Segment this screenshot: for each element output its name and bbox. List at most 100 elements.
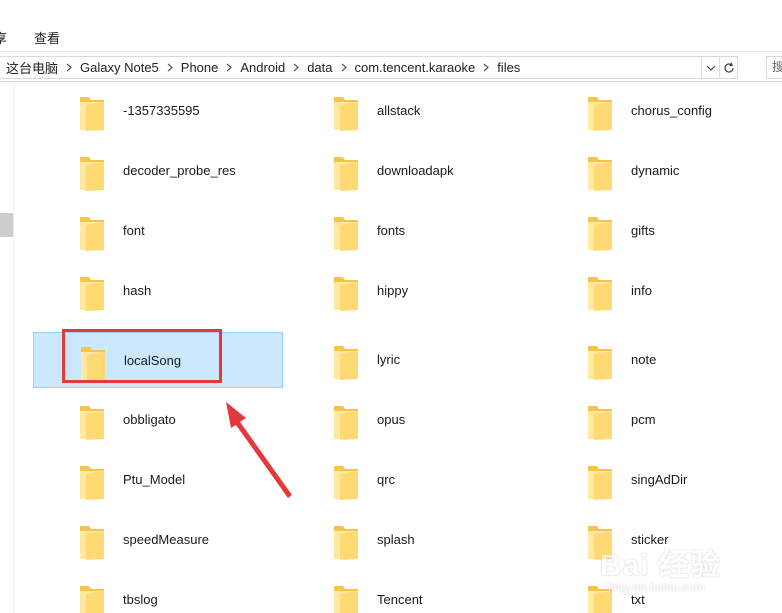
folder-label: pcm (631, 412, 656, 427)
folder-label: speedMeasure (123, 532, 209, 547)
folder-icon (77, 402, 107, 442)
folder-label: qrc (377, 472, 396, 487)
folder-label: -1357335595 (123, 103, 200, 118)
folder-icon (77, 93, 107, 133)
folder-item[interactable]: qrc (287, 452, 537, 508)
folder-item[interactable]: tbslog (33, 572, 283, 613)
breadcrumb-data[interactable]: data (303, 57, 336, 78)
folder-item[interactable]: chorus_config (541, 83, 782, 139)
folder-item[interactable]: hippy (287, 263, 537, 319)
folder-label: info (631, 283, 652, 298)
folder-icon (585, 582, 615, 613)
folder-icon (78, 343, 108, 383)
tab-share[interactable]: 享 (0, 28, 7, 47)
address-bar[interactable]: 这台电脑 Galaxy Note5 Phone Android data com… (0, 56, 738, 79)
folder-label: obbligato (123, 412, 176, 427)
folder-icon (331, 93, 361, 133)
refresh-icon[interactable] (719, 57, 737, 78)
breadcrumb-this-pc[interactable]: 这台电脑 (0, 57, 62, 78)
breadcrumb-device[interactable]: Galaxy Note5 (76, 57, 163, 78)
folder-icon (77, 522, 107, 562)
folder-icon (331, 462, 361, 502)
folder-label: downloadapk (377, 163, 454, 178)
breadcrumb-files[interactable]: files (493, 57, 524, 78)
folder-item[interactable]: Ptu_Model (33, 452, 283, 508)
folder-item[interactable]: speedMeasure (33, 512, 283, 568)
folder-icon (331, 342, 361, 382)
folder-label: splash (377, 532, 415, 547)
folder-item[interactable]: info (541, 263, 782, 319)
search-input[interactable]: 搜 (766, 56, 782, 79)
folder-icon (331, 582, 361, 613)
folder-label: txt (631, 592, 645, 607)
folder-label: Ptu_Model (123, 472, 186, 487)
folder-item[interactable]: font (33, 203, 283, 259)
folder-label: decoder_probe_res (123, 163, 236, 178)
folder-icon (77, 462, 107, 502)
folder-icon (77, 153, 107, 193)
file-grid: -1357335595 allstack chorus_config decoder_… (0, 83, 782, 613)
folder-item[interactable]: obbligato (33, 392, 283, 448)
tab-view[interactable]: 查看 (34, 28, 60, 47)
folder-icon (585, 402, 615, 442)
folder-label: localSong (124, 353, 182, 368)
folder-label: allstack (377, 103, 421, 118)
folder-label: Tencent (377, 592, 423, 607)
folder-label: opus (377, 412, 406, 427)
folder-item[interactable]: decoder_probe_res (33, 143, 283, 199)
folder-icon (585, 273, 615, 313)
folder-icon (585, 93, 615, 133)
folder-icon (585, 153, 615, 193)
folder-item[interactable]: sticker (541, 512, 782, 568)
chevron-down-icon[interactable] (701, 57, 719, 78)
folder-label: singAdDir (631, 472, 688, 487)
folder-label: hash (123, 283, 152, 298)
breadcrumb-chevron-icon[interactable] (289, 57, 303, 78)
folder-item[interactable]: dynamic (541, 143, 782, 199)
address-row: 这台电脑 Galaxy Note5 Phone Android data com… (0, 52, 782, 82)
folder-item[interactable]: lyric (287, 332, 537, 388)
folder-icon (585, 213, 615, 253)
folder-icon (77, 273, 107, 313)
folder-item[interactable]: txt (541, 572, 782, 613)
folder-icon (331, 213, 361, 253)
folder-icon (585, 522, 615, 562)
breadcrumb-chevron-icon[interactable] (222, 57, 236, 78)
breadcrumb-chevron-icon[interactable] (337, 57, 351, 78)
breadcrumb-package[interactable]: com.tencent.karaoke (351, 57, 480, 78)
breadcrumb-chevron-icon[interactable] (62, 57, 76, 78)
folder-item[interactable]: fonts (287, 203, 537, 259)
folder-item[interactable]: pcm (541, 392, 782, 448)
folder-icon (331, 402, 361, 442)
folder-label: lyric (377, 352, 401, 367)
folder-label: tbslog (123, 592, 158, 607)
folder-item[interactable]: -1357335595 (33, 83, 283, 139)
folder-item[interactable]: splash (287, 512, 537, 568)
folder-item[interactable]: downloadapk (287, 143, 537, 199)
breadcrumb-chevron-icon[interactable] (479, 57, 493, 78)
folder-label: note (631, 352, 657, 367)
folder-label: chorus_config (631, 103, 712, 118)
folder-item[interactable]: hash (33, 263, 283, 319)
folder-icon (331, 522, 361, 562)
folder-label: font (123, 223, 145, 238)
folder-item[interactable]: gifts (541, 203, 782, 259)
folder-item[interactable]: singAdDir (541, 452, 782, 508)
folder-item[interactable]: note (541, 332, 782, 388)
folder-label: dynamic (631, 163, 680, 178)
folder-icon (77, 213, 107, 253)
folder-item[interactable]: Tencent (287, 572, 537, 613)
breadcrumb-android[interactable]: Android (236, 57, 289, 78)
folder-item[interactable]: localSong (33, 332, 283, 388)
breadcrumb-phone[interactable]: Phone (177, 57, 223, 78)
folder-icon (585, 342, 615, 382)
folder-item[interactable]: opus (287, 392, 537, 448)
folder-label: hippy (377, 283, 409, 298)
folder-label: gifts (631, 223, 655, 238)
folder-icon (585, 462, 615, 502)
folder-label: fonts (377, 223, 406, 238)
breadcrumb-chevron-icon[interactable] (163, 57, 177, 78)
folder-icon (331, 273, 361, 313)
folder-item[interactable]: allstack (287, 83, 537, 139)
ribbon-tabs: 享 查看 (0, 0, 782, 51)
